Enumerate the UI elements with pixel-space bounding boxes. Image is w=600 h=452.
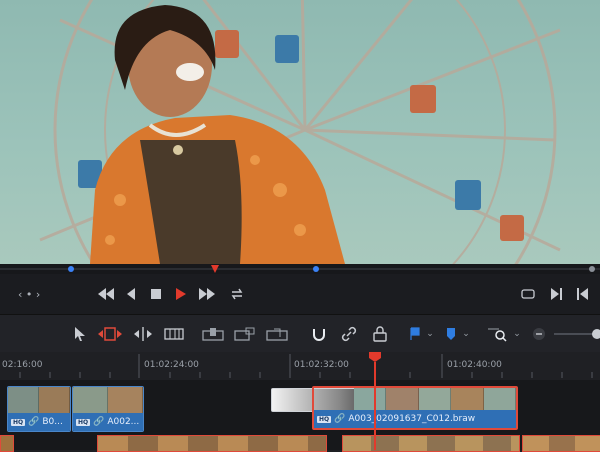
- zoom-slider[interactable]: [554, 329, 600, 339]
- playhead-handle[interactable]: [369, 352, 381, 362]
- timeline-tracks[interactable]: HQ 🔗 B0... HQ 🔗 A002... HQ 🔗 A003_02091637_C01…: [0, 380, 600, 452]
- timeline-playhead[interactable]: [369, 352, 381, 450]
- hq-badge: HQ: [11, 418, 26, 426]
- transport-controls: ‹ • ›: [0, 274, 600, 314]
- viewer-scrubber[interactable]: [0, 264, 600, 274]
- fit-icon[interactable]: [519, 286, 537, 302]
- skip-forward-icon[interactable]: [198, 286, 216, 302]
- lock-icon[interactable]: [370, 324, 390, 344]
- flag-icon[interactable]: [408, 324, 422, 344]
- play-icon[interactable]: [173, 286, 189, 302]
- hq-badge: HQ: [76, 418, 91, 426]
- skip-back-icon[interactable]: [97, 286, 115, 302]
- pointer-icon[interactable]: [72, 325, 88, 343]
- scrubber-playhead[interactable]: [211, 265, 219, 273]
- blade-icon[interactable]: [163, 324, 185, 344]
- viewer: [0, 0, 600, 264]
- timeline-ruler[interactable]: 02:16:00 01:02:24:00 01:02:32:00 01:02:4…: [0, 352, 600, 380]
- scrubber-end-marker[interactable]: [589, 266, 595, 272]
- chevron-down-icon[interactable]: ⌄: [424, 326, 436, 342]
- scrubber-track[interactable]: [0, 268, 600, 270]
- chevron-down-icon[interactable]: ⌄: [511, 326, 523, 342]
- loop-icon[interactable]: [228, 286, 246, 302]
- clip-label-bar: HQ 🔗 A002...: [73, 413, 143, 431]
- timeline-clip[interactable]: [0, 435, 14, 452]
- ruler-ticks: [19, 354, 593, 378]
- zoom-out-icon[interactable]: [531, 326, 547, 342]
- clip-name: A002...: [107, 417, 140, 427]
- clip-label-bar: HQ 🔗 A003_02091637_C012.braw: [314, 410, 516, 428]
- timeline-clip[interactable]: HQ 🔗 A002...: [72, 386, 144, 432]
- clip-name: B0...: [42, 417, 63, 427]
- zoom-icon[interactable]: [486, 324, 508, 344]
- video-frame: [39, 0, 561, 264]
- scrubber-marker[interactable]: [313, 266, 319, 272]
- linked-selection-icon[interactable]: [339, 324, 359, 344]
- marker-icon[interactable]: [444, 324, 458, 344]
- timeline-clip-selected[interactable]: HQ 🔗 A003_02091637_C012.braw: [312, 386, 518, 430]
- link-icon: 🔗: [93, 417, 105, 427]
- timeline-clip[interactable]: HQ 🔗 B0...: [7, 386, 71, 432]
- trim-icon[interactable]: [97, 324, 123, 344]
- snapping-icon[interactable]: [309, 324, 329, 344]
- playhead-line: [374, 362, 376, 450]
- dynamic-trim-icon[interactable]: [131, 324, 155, 344]
- nav-prev-next[interactable]: ‹ • ›: [18, 286, 40, 302]
- mark-out-icon[interactable]: [575, 286, 591, 302]
- hq-badge: HQ: [317, 415, 332, 423]
- link-icon: 🔗: [334, 414, 346, 424]
- edit-toolbar: ⌄ ⌄ ⌄: [0, 314, 600, 353]
- clip-thumbnails: [8, 387, 70, 413]
- clip-thumbnails: [73, 387, 143, 413]
- timeline-clip[interactable]: [97, 435, 327, 452]
- chevron-down-icon[interactable]: ⌄: [460, 326, 472, 342]
- mark-in-icon[interactable]: [549, 286, 565, 302]
- step-back-icon[interactable]: [124, 286, 138, 302]
- replace-icon[interactable]: [265, 324, 289, 344]
- clip-label-bar: HQ 🔗 B0...: [8, 413, 70, 431]
- overwrite-icon[interactable]: [233, 324, 257, 344]
- scrubber-marker[interactable]: [68, 266, 74, 272]
- timeline-clip[interactable]: [522, 435, 600, 452]
- insert-icon[interactable]: [201, 324, 225, 344]
- stop-icon[interactable]: [148, 286, 164, 302]
- clip-name: A003_02091637_C012.braw: [348, 414, 476, 424]
- zoom-slider-handle[interactable]: [592, 329, 600, 339]
- link-icon: 🔗: [28, 417, 40, 427]
